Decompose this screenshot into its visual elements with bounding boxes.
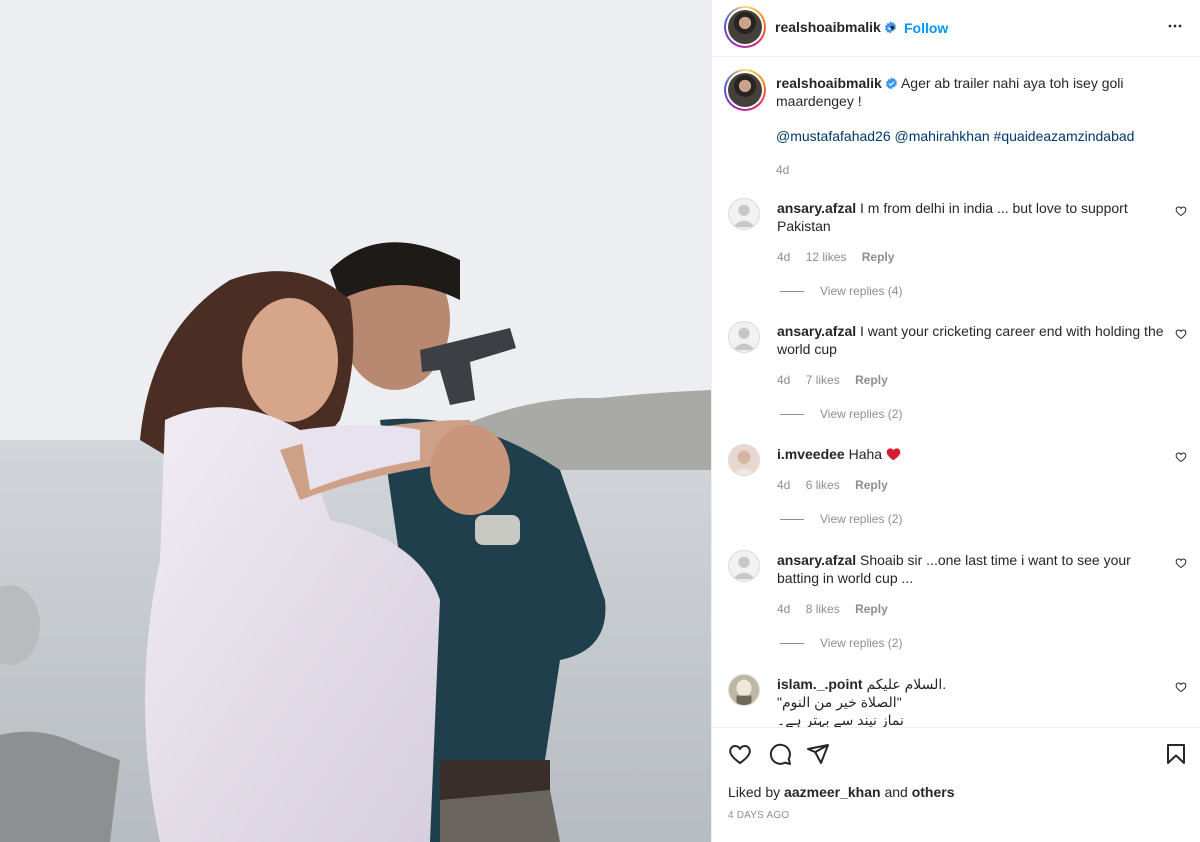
comment-text-block: ansary.afzal Shoaib sir ...one last time…: [777, 551, 1167, 587]
comment-text-block: i.mveedee Haha: [777, 445, 1167, 463]
caption-body: realshoaibmalik Ager ab trailer nahi aya…: [776, 74, 1166, 110]
liked-by-user[interactable]: aazmeer_khan: [784, 784, 881, 800]
comment-meta: 4d 8 likes Reply: [777, 602, 900, 616]
reply-button[interactable]: Reply: [855, 373, 888, 387]
commenter-avatar[interactable]: [728, 674, 760, 706]
separator-dot: •: [890, 19, 895, 35]
view-replies-button[interactable]: View replies (2): [780, 512, 902, 526]
comment-text-line1: السلام علیکم.: [866, 676, 947, 692]
replies-line: [780, 519, 804, 521]
liked-by-prefix: Liked by: [728, 784, 781, 800]
comment-text-line2: "الصلاة خير من النوم": [777, 694, 902, 710]
liked-by-and: and: [884, 784, 908, 800]
view-replies-button[interactable]: View replies (4): [780, 284, 902, 298]
replies-line: [780, 643, 804, 645]
post-timestamp[interactable]: 4 DAYS AGO: [728, 810, 789, 821]
follow-button[interactable]: Follow: [904, 20, 948, 36]
bookmark-icon[interactable]: [1164, 742, 1188, 766]
heart-icon[interactable]: [728, 742, 752, 766]
commenter-username[interactable]: ansary.afzal: [777, 552, 856, 568]
comment-text-line3: نماز نیند سے بہتر ہے۔: [777, 712, 904, 727]
view-replies-button[interactable]: View replies (2): [780, 636, 902, 650]
red-heart-emoji-icon: [886, 448, 901, 461]
view-replies-label: View replies (2): [820, 407, 903, 421]
comment-time: 4d: [777, 373, 791, 387]
comment-meta: 4d 12 likes Reply: [777, 250, 906, 264]
comment-text-block: islam._.point السلام علیکم. "الصلاة خير …: [777, 675, 1167, 727]
view-replies-label: View replies (4): [820, 284, 903, 298]
liked-by-others[interactable]: others: [912, 784, 955, 800]
view-replies-label: View replies (2): [820, 636, 903, 650]
reply-button[interactable]: Reply: [855, 602, 888, 616]
commenter-avatar[interactable]: [728, 198, 760, 230]
comment-like-heart-icon[interactable]: [1175, 451, 1187, 463]
verified-badge-icon: [885, 77, 897, 90]
post-actions: Liked by aazmeer_khan and others 4 DAYS …: [712, 727, 1200, 842]
liked-by-summary: Liked by aazmeer_khan and others: [728, 784, 955, 800]
comment-likes[interactable]: 6 likes: [806, 478, 840, 492]
comment-like-heart-icon[interactable]: [1175, 557, 1187, 569]
view-replies-label: View replies (2): [820, 512, 903, 526]
caption-author-avatar[interactable]: [724, 69, 766, 111]
comment-meta: 4d 6 likes Reply: [777, 478, 900, 492]
comments-list[interactable]: realshoaibmalik Ager ab trailer nahi aya…: [712, 57, 1200, 727]
replies-line: [780, 291, 804, 293]
author-username[interactable]: realshoaibmalik: [775, 19, 881, 35]
post-header: realshoaibmalik • Follow: [712, 0, 1200, 57]
comment-like-heart-icon[interactable]: [1175, 328, 1187, 340]
replies-line: [780, 414, 804, 416]
comment-likes[interactable]: 8 likes: [806, 602, 840, 616]
comment-time: 4d: [777, 250, 791, 264]
commenter-username[interactable]: islam._.point: [777, 676, 863, 692]
commenter-avatar[interactable]: [728, 444, 760, 476]
share-icon[interactable]: [806, 742, 830, 766]
commenter-username[interactable]: ansary.afzal: [777, 323, 856, 339]
caption-mentions[interactable]: @mustafafahad26 @mahirahkhan #quaideazam…: [776, 128, 1134, 144]
comment-like-heart-icon[interactable]: [1175, 205, 1187, 217]
reply-button[interactable]: Reply: [855, 478, 888, 492]
comment-text-block: ansary.afzal I want your cricketing care…: [777, 322, 1167, 358]
post-details-panel: realshoaibmalik • Follow realshoaibmalik…: [711, 0, 1200, 842]
post-photo[interactable]: [0, 0, 711, 842]
comment-icon[interactable]: [768, 742, 792, 766]
comment-time: 4d: [777, 478, 791, 492]
reply-button[interactable]: Reply: [862, 250, 895, 264]
caption-timestamp: 4d: [776, 163, 790, 177]
author-username-row: realshoaibmalik: [775, 19, 897, 37]
comment-text: Haha: [848, 446, 883, 462]
comment-meta: 4d 7 likes Reply: [777, 373, 900, 387]
comment-likes[interactable]: 7 likes: [806, 373, 840, 387]
commenter-avatar[interactable]: [728, 321, 760, 353]
commenter-username[interactable]: ansary.afzal: [777, 200, 856, 216]
commenter-avatar[interactable]: [728, 550, 760, 582]
commenter-username[interactable]: i.mveedee: [777, 446, 845, 462]
author-avatar[interactable]: [724, 6, 766, 48]
post-image: [0, 0, 711, 842]
view-replies-button[interactable]: View replies (2): [780, 407, 902, 421]
comment-text-block: ansary.afzal I m from delhi in india ...…: [777, 199, 1167, 235]
more-options-icon[interactable]: [1165, 16, 1185, 36]
comment-likes[interactable]: 12 likes: [806, 250, 847, 264]
comment-like-heart-icon[interactable]: [1175, 681, 1187, 693]
comment-time: 4d: [777, 602, 791, 616]
caption-author-username[interactable]: realshoaibmalik: [776, 75, 882, 91]
